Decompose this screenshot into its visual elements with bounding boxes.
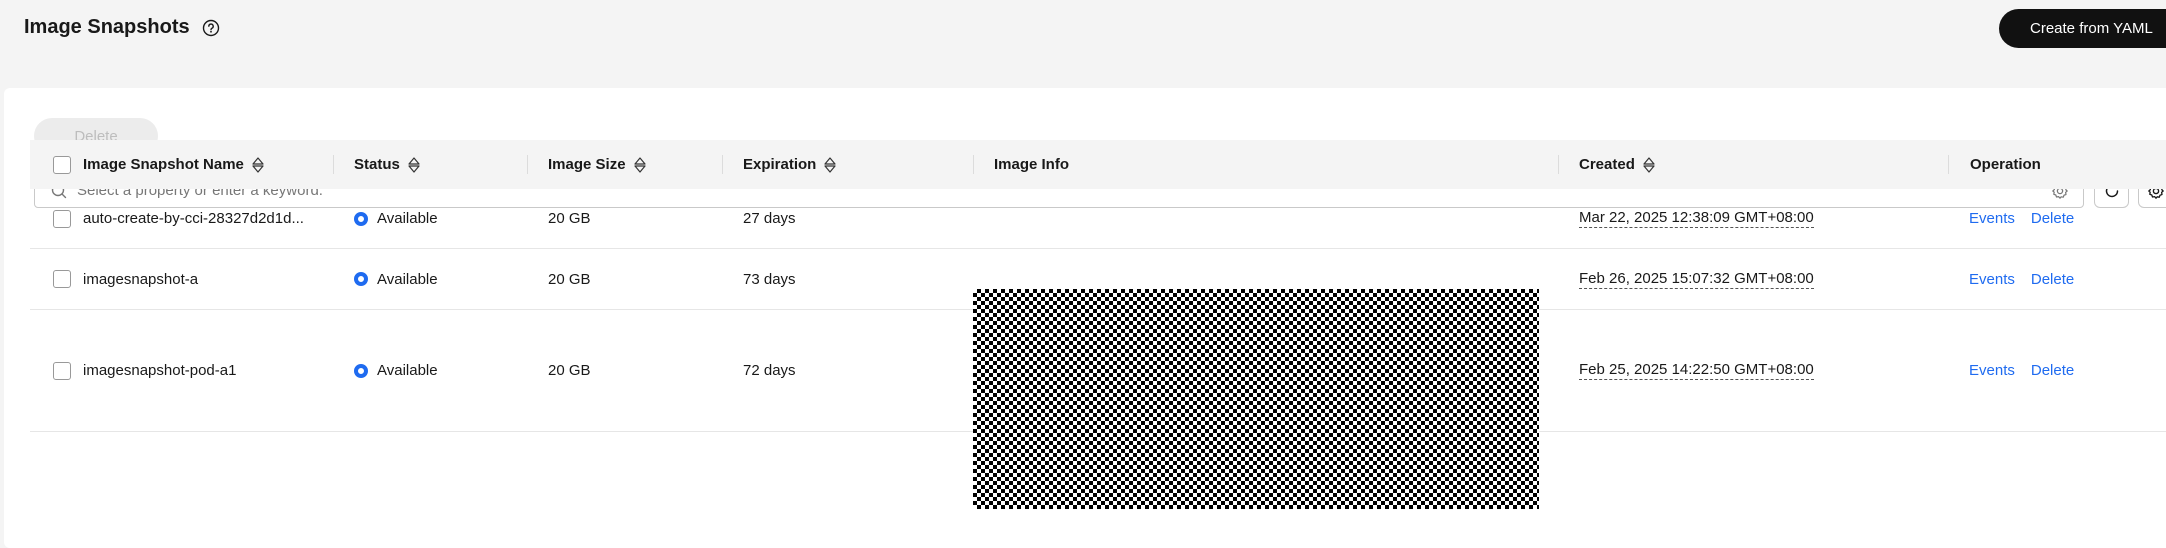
column-header-name[interactable]: Image Snapshot Name	[83, 140, 264, 189]
column-separator	[722, 155, 723, 174]
events-link[interactable]: Events	[1969, 271, 2015, 288]
created-cell: Mar 22, 2025 12:38:09 GMT+08:00	[1579, 189, 1814, 248]
column-header-label: Image Snapshot Name	[83, 156, 244, 173]
events-link[interactable]: Events	[1969, 210, 2015, 227]
status-available-icon	[354, 211, 368, 226]
created-time[interactable]: Feb 25, 2025 14:22:50 GMT+08:00	[1579, 361, 1814, 380]
delete-link[interactable]: Delete	[2031, 271, 2074, 288]
sort-icon[interactable]	[824, 156, 836, 173]
column-header-label: Image Size	[548, 156, 626, 173]
expiration: 72 days	[743, 362, 796, 379]
column-header-label: Operation	[1970, 156, 2041, 173]
snapshot-name[interactable]: imagesnapshot-a	[83, 249, 198, 309]
expiration: 73 days	[743, 270, 796, 288]
column-header-label: Created	[1579, 156, 1635, 173]
delete-link[interactable]: Delete	[2031, 362, 2074, 379]
operation-cell: Events Delete	[1969, 310, 2090, 431]
table-row: auto-create-by-cci-28327d2d1d... Availab…	[30, 189, 2166, 249]
snapshot-name[interactable]: imagesnapshot-pod-a1	[83, 310, 236, 431]
column-header-image-info: Image Info	[994, 140, 1069, 189]
status-text: Available	[377, 270, 438, 288]
created-time[interactable]: Mar 22, 2025 12:38:09 GMT+08:00	[1579, 209, 1814, 228]
table-header: Image Snapshot Name Status Image Size Ex…	[30, 140, 2166, 189]
column-separator	[1558, 155, 1559, 174]
column-header-size[interactable]: Image Size	[548, 140, 646, 189]
delete-link[interactable]: Delete	[2031, 210, 2074, 227]
sort-icon[interactable]	[633, 156, 646, 173]
operation-cell: Events Delete	[1969, 189, 2090, 248]
created-time[interactable]: Feb 26, 2025 15:07:32 GMT+08:00	[1579, 270, 1814, 289]
sort-icon[interactable]	[252, 156, 264, 173]
column-header-created[interactable]: Created	[1579, 140, 1655, 189]
sort-icon[interactable]	[1643, 156, 1655, 173]
help-icon[interactable]	[202, 19, 220, 37]
created-cell: Feb 25, 2025 14:22:50 GMT+08:00	[1579, 310, 1814, 431]
status-text: Available	[377, 210, 438, 227]
created-cell: Feb 26, 2025 15:07:32 GMT+08:00	[1579, 249, 1814, 309]
status-cell: Available	[354, 310, 438, 431]
select-all-checkbox[interactable]	[53, 155, 71, 174]
status-text: Available	[377, 362, 438, 379]
create-from-yaml-button[interactable]: Create from YAML	[1999, 9, 2166, 48]
column-header-label: Status	[354, 156, 400, 173]
column-header-status[interactable]: Status	[354, 140, 420, 189]
snapshot-name[interactable]: auto-create-by-cci-28327d2d1d...	[83, 189, 304, 248]
column-separator	[333, 155, 334, 174]
column-separator	[973, 155, 974, 174]
column-header-label: Expiration	[743, 156, 817, 173]
status-available-icon	[354, 272, 368, 286]
row-checkbox[interactable]	[53, 361, 71, 380]
status-cell: Available	[354, 249, 438, 309]
column-separator	[1948, 155, 1949, 174]
column-header-operation: Operation	[1970, 140, 2041, 189]
page-title: Image Snapshots	[24, 16, 220, 39]
column-separator	[527, 155, 528, 174]
image-info-redacted	[973, 289, 1539, 509]
status-available-icon	[354, 363, 368, 378]
page-title-text: Image Snapshots	[24, 16, 190, 38]
select-all-cell	[53, 140, 71, 189]
expiration: 27 days	[743, 210, 796, 227]
sort-icon[interactable]	[408, 156, 420, 173]
column-header-label: Image Info	[994, 156, 1070, 173]
events-link[interactable]: Events	[1969, 362, 2015, 379]
image-size: 20 GB	[548, 210, 591, 227]
row-checkbox[interactable]	[53, 270, 71, 288]
status-cell: Available	[354, 189, 438, 248]
image-size: 20 GB	[548, 270, 591, 288]
column-header-expiration[interactable]: Expiration	[743, 140, 836, 189]
operation-cell: Events Delete	[1969, 249, 2090, 309]
row-checkbox[interactable]	[53, 209, 71, 228]
image-size: 20 GB	[548, 362, 591, 379]
